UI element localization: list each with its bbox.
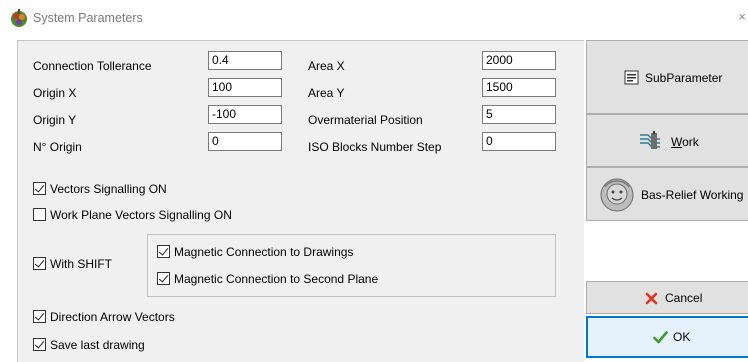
origin-x-field[interactable]: 100 (208, 78, 282, 97)
with-shift-label: With SHIFT (50, 257, 112, 271)
area-y-label: Area Y (308, 86, 345, 100)
iso-blocks-number-step-label: ISO Blocks Number Step (308, 140, 442, 154)
area-x-field[interactable]: 2000 (482, 51, 556, 70)
app-icon (11, 9, 27, 27)
direction-arrow-checkbox[interactable] (33, 310, 46, 323)
work-button[interactable]: Work (586, 114, 748, 167)
work-label-rest: ork (682, 135, 699, 149)
title-bar: System Parameters × (0, 0, 748, 36)
work-label-mnemonic: W (671, 135, 683, 149)
parameters-panel: Connection Tollerance Origin X Origin Y … (17, 40, 584, 362)
machine-work-icon (640, 131, 660, 149)
magnetic-second-plane-label: Magnetic Connection to Second Plane (174, 272, 379, 286)
overmaterial-position-label: Overmaterial Position (308, 113, 423, 127)
cancel-button[interactable]: Cancel (586, 281, 748, 314)
n-origin-label: N° Origin (33, 140, 82, 154)
cancel-label: Cancel (665, 291, 703, 305)
ok-button[interactable]: OK (586, 316, 748, 358)
connection-tolerance-field[interactable]: 0.4 (208, 51, 282, 70)
area-y-field[interactable]: 1500 (482, 78, 556, 97)
system-parameters-window: System Parameters × Connection Tolleranc… (0, 0, 748, 362)
vectors-signalling-checkbox[interactable] (33, 182, 46, 195)
direction-arrow-label: Direction Arrow Vectors (50, 310, 175, 324)
work-plane-vectors-label: Work Plane Vectors Signalling ON (50, 208, 232, 222)
overmaterial-position-field[interactable]: 5 (482, 105, 556, 124)
save-last-drawing-label: Save last drawing (50, 338, 145, 352)
magnetic-drawings-checkbox[interactable] (157, 245, 170, 258)
bas-relief-working-button[interactable]: Bas-Relief Working (586, 167, 748, 221)
connection-tolerance-label: Connection Tollerance (33, 59, 152, 73)
document-list-icon (624, 70, 639, 85)
window-title: System Parameters (33, 11, 143, 25)
magnetic-drawings-label: Magnetic Connection to Drawings (174, 245, 354, 259)
vectors-signalling-label: Vectors Signalling ON (50, 182, 167, 196)
work-label: Work (671, 135, 699, 149)
magnetic-connection-group: Magnetic Connection to Drawings Magnetic… (147, 234, 556, 297)
work-plane-vectors-checkbox[interactable] (33, 208, 46, 221)
magnetic-second-plane-checkbox[interactable] (157, 272, 170, 285)
bas-relief-working-label: Bas-Relief Working (641, 188, 744, 202)
subparameter-label: SubParameter (645, 71, 723, 85)
n-origin-field[interactable]: 0 (208, 132, 282, 151)
bas-relief-face-icon (600, 178, 634, 212)
green-check-icon (653, 331, 668, 344)
origin-x-label: Origin X (33, 86, 77, 100)
red-x-icon (645, 292, 658, 305)
save-last-drawing-checkbox[interactable] (33, 338, 46, 351)
subparameter-button[interactable]: SubParameter (586, 40, 748, 114)
iso-blocks-number-step-field[interactable]: 0 (482, 132, 556, 151)
origin-y-label: Origin Y (33, 113, 77, 127)
area-x-label: Area X (308, 59, 345, 73)
close-icon[interactable]: × (738, 9, 746, 24)
origin-y-field[interactable]: -100 (208, 105, 282, 124)
ok-label: OK (673, 330, 691, 344)
with-shift-checkbox[interactable] (33, 257, 46, 270)
